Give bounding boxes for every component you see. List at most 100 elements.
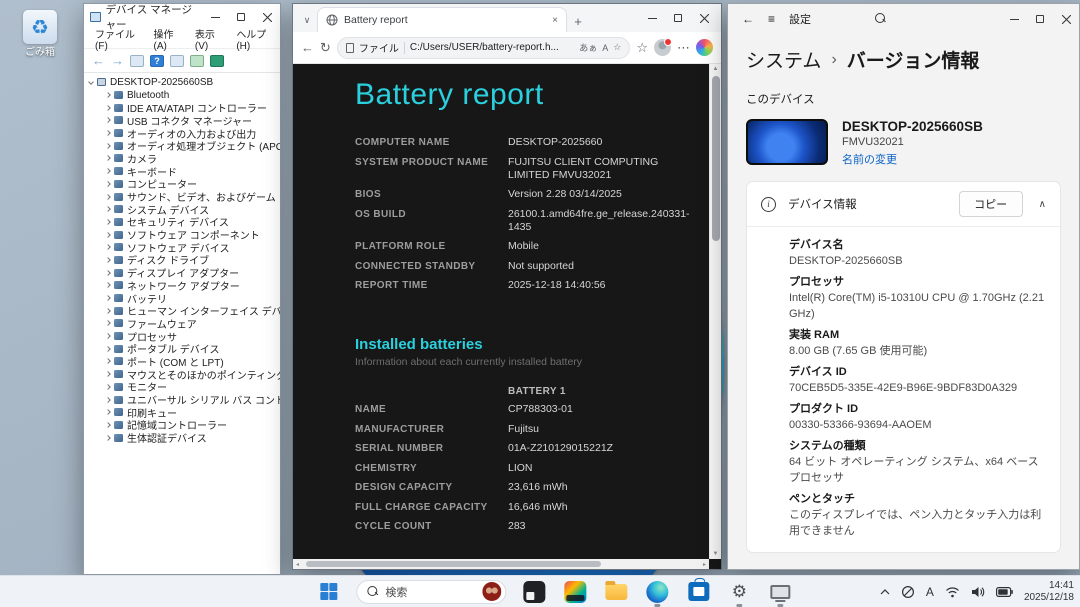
expand-chevron-icon[interactable] bbox=[105, 117, 111, 124]
expand-chevron-icon[interactable] bbox=[105, 219, 111, 225]
properties-icon[interactable] bbox=[170, 54, 184, 67]
expand-chevron-icon[interactable] bbox=[105, 371, 111, 377]
expand-chevron-icon[interactable] bbox=[105, 434, 111, 441]
translate-icon[interactable]: あぁ bbox=[579, 41, 597, 54]
edge-button[interactable] bbox=[644, 579, 670, 607]
file-explorer-button[interactable] bbox=[603, 579, 629, 605]
horizontal-scrollbar[interactable]: ◂ ▸ bbox=[293, 559, 709, 569]
expand-chevron-icon[interactable] bbox=[105, 231, 111, 238]
copilot-icon[interactable] bbox=[696, 39, 713, 56]
expand-chevron-icon[interactable] bbox=[105, 295, 111, 301]
help-icon[interactable]: ? bbox=[150, 54, 164, 67]
navigation-menu-icon[interactable]: ≡ bbox=[768, 12, 775, 26]
taskbar-search[interactable]: 検索 bbox=[356, 579, 507, 604]
back-icon[interactable]: ← bbox=[742, 12, 754, 26]
device-info-card-header[interactable]: i デバイス情報 コピー ∧ bbox=[747, 182, 1060, 226]
expand-chevron-icon[interactable] bbox=[105, 282, 111, 289]
microsoft-store-button[interactable] bbox=[685, 578, 711, 605]
device-tree-item[interactable]: オーディオ処理オブジェクト (APO) bbox=[84, 139, 280, 153]
expand-chevron-icon[interactable] bbox=[105, 130, 111, 136]
device-manager-button[interactable] bbox=[767, 579, 793, 607]
wifi-icon[interactable] bbox=[945, 586, 960, 598]
expand-chevron-icon[interactable] bbox=[105, 307, 111, 314]
vertical-scrollbar-thumb[interactable] bbox=[712, 76, 720, 241]
expand-chevron-icon[interactable] bbox=[105, 320, 111, 327]
address-bar[interactable]: ファイル C:/Users/USER/battery-report.h... あ… bbox=[336, 36, 631, 59]
minimize-button[interactable] bbox=[1001, 4, 1027, 34]
ime-indicator[interactable]: A bbox=[926, 585, 934, 599]
browser-tab[interactable]: Battery report × bbox=[317, 7, 567, 32]
desktop-icon[interactable]: ♻ ↗ ごみ箱 bbox=[2, 10, 78, 58]
start-button[interactable] bbox=[315, 579, 341, 605]
device-tree-item[interactable]: ユニバーサル シリアル バス コントローラー bbox=[84, 393, 280, 407]
refresh-icon[interactable]: ↻ bbox=[320, 41, 331, 54]
expand-chevron-icon[interactable] bbox=[105, 168, 111, 174]
expand-chevron-icon[interactable] bbox=[105, 155, 111, 162]
expand-chevron-icon[interactable] bbox=[105, 257, 111, 263]
maximize-button[interactable] bbox=[665, 4, 691, 32]
device-tree-root[interactable]: DESKTOP-2025660SB bbox=[84, 76, 280, 89]
expand-chevron-icon[interactable] bbox=[105, 422, 111, 428]
search-highlight-icon[interactable] bbox=[482, 582, 502, 601]
expand-chevron-icon[interactable] bbox=[105, 384, 111, 390]
device-tree-item[interactable]: ネットワーク アダプター bbox=[84, 279, 280, 293]
expand-chevron-icon[interactable] bbox=[105, 409, 111, 416]
expand-chevron-icon[interactable] bbox=[105, 244, 111, 251]
device-tree-item[interactable]: カメラ bbox=[84, 152, 280, 166]
settings-button[interactable]: ⚙ bbox=[726, 579, 752, 607]
device-tree-item[interactable]: 生体認証デバイス bbox=[84, 431, 280, 445]
hidden-icons-chevron[interactable] bbox=[880, 588, 890, 595]
expand-chevron-icon[interactable] bbox=[105, 358, 111, 365]
collapse-chevron-icon[interactable]: ∧ bbox=[1039, 199, 1046, 210]
expand-chevron-icon[interactable] bbox=[105, 104, 111, 111]
taskbar-clock[interactable]: 14:41 2025/12/18 bbox=[1024, 580, 1074, 604]
search-icon[interactable] bbox=[875, 13, 887, 25]
forward-icon[interactable]: → bbox=[111, 54, 124, 67]
scroll-down-icon[interactable]: ▼ bbox=[710, 549, 721, 559]
pinned-dark-app-button[interactable] bbox=[521, 579, 547, 605]
breadcrumb-system[interactable]: システム bbox=[746, 46, 821, 73]
close-button[interactable] bbox=[1053, 4, 1079, 34]
profile-avatar[interactable] bbox=[654, 38, 672, 56]
microsoft-365-button[interactable] bbox=[562, 579, 588, 605]
read-aloud-icon[interactable]: A bbox=[602, 43, 608, 53]
settings-titlebar[interactable]: ← ≡ 設定 bbox=[728, 4, 1079, 34]
scroll-up-icon[interactable]: ▲ bbox=[710, 64, 721, 74]
expand-chevron-icon[interactable] bbox=[105, 396, 111, 403]
more-menu-icon[interactable]: ⋯ bbox=[677, 41, 690, 54]
expand-chevron-icon[interactable] bbox=[105, 92, 111, 98]
expand-chevron-icon[interactable] bbox=[105, 269, 111, 276]
rename-device-link[interactable]: 名前の変更 bbox=[842, 151, 983, 167]
desktop-icon[interactable]: ↗ Microsoft Edge bbox=[2, 77, 724, 607]
devices-icon[interactable] bbox=[210, 54, 224, 67]
expand-chevron-icon[interactable] bbox=[105, 333, 111, 339]
expand-chevron-icon[interactable] bbox=[105, 206, 111, 213]
device-tree-item[interactable]: マウスとそのほかのポインティング デバイス bbox=[84, 368, 280, 382]
back-icon[interactable]: ← bbox=[301, 41, 314, 54]
mic-muted-icon[interactable] bbox=[901, 585, 915, 599]
expand-chevron-icon[interactable] bbox=[105, 193, 111, 200]
volume-icon[interactable] bbox=[971, 586, 985, 598]
close-button[interactable] bbox=[691, 4, 717, 32]
expand-chevron-icon[interactable] bbox=[105, 142, 111, 149]
battery-icon[interactable] bbox=[995, 586, 1013, 597]
tab-search-chevron-icon[interactable]: ∨ bbox=[297, 8, 317, 32]
maximize-button[interactable] bbox=[1027, 4, 1053, 34]
back-icon[interactable]: ← bbox=[92, 54, 105, 67]
expand-chevron-icon[interactable] bbox=[105, 181, 111, 187]
collapse-chevron-icon[interactable] bbox=[88, 79, 94, 86]
new-tab-button[interactable]: + bbox=[567, 10, 589, 32]
favorite-star-icon[interactable]: ☆ bbox=[613, 42, 621, 53]
favorites-bar-icon[interactable]: ☆ bbox=[636, 41, 648, 54]
horizontal-scrollbar-thumb[interactable] bbox=[306, 561, 602, 567]
scan-hardware-icon[interactable] bbox=[190, 54, 204, 67]
scroll-right-icon[interactable]: ▸ bbox=[700, 561, 709, 568]
expand-chevron-icon[interactable] bbox=[105, 345, 111, 352]
scroll-left-icon[interactable]: ◂ bbox=[293, 561, 302, 568]
minimize-button[interactable] bbox=[639, 4, 665, 32]
show-console-tree-icon[interactable] bbox=[130, 54, 144, 67]
tab-close-icon[interactable]: × bbox=[552, 15, 558, 26]
copy-button[interactable]: コピー bbox=[958, 191, 1023, 217]
vertical-scrollbar[interactable]: ▲ ▼ bbox=[709, 64, 721, 559]
device-tree-item[interactable]: ファームウェア bbox=[84, 317, 280, 331]
